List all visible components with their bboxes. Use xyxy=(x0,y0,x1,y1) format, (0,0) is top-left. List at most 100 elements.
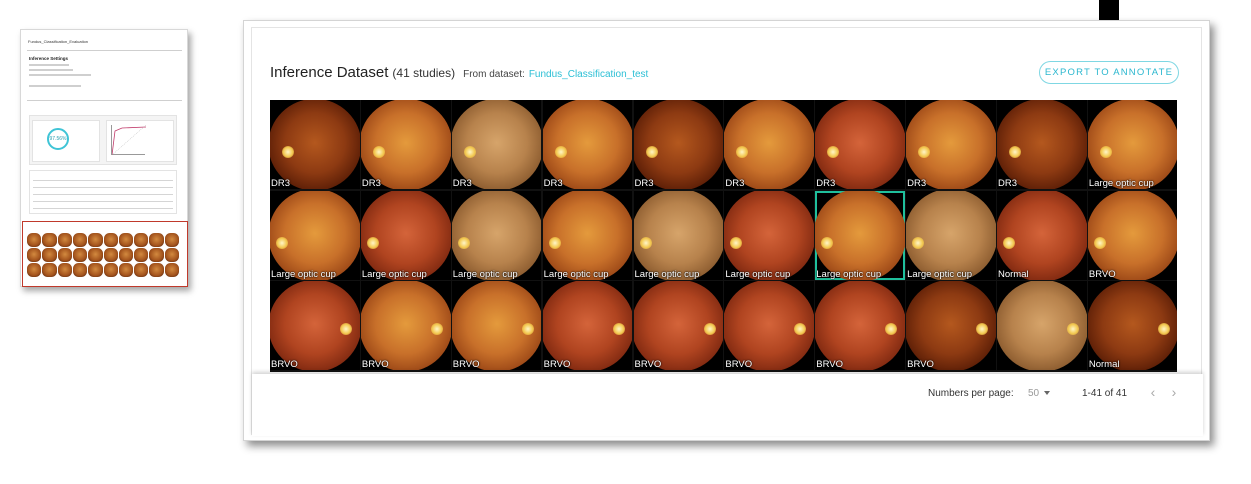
fundus-image-tile[interactable]: DR3 xyxy=(270,100,360,189)
optic-disc xyxy=(366,236,379,249)
image-label: BRVO xyxy=(725,359,753,370)
optic-disc xyxy=(730,236,743,249)
optic-disc xyxy=(548,236,561,249)
optic-disc xyxy=(554,146,567,158)
fundus-image-tile[interactable]: Large optic cup xyxy=(1087,100,1177,189)
table-row xyxy=(33,201,173,202)
optic-disc xyxy=(1093,236,1106,249)
fundus-image-tile[interactable] xyxy=(997,281,1087,370)
page-range: 1-41 of 41 xyxy=(1082,388,1128,399)
fundus-image-tile[interactable]: Large optic cup xyxy=(724,190,815,280)
table-row xyxy=(33,187,173,188)
image-label: Large optic cup xyxy=(361,268,427,280)
fundus-image-tile[interactable]: BRVO xyxy=(542,281,633,370)
image-label: DR3 xyxy=(361,178,381,189)
optic-disc xyxy=(372,146,385,158)
fundus-image-tile[interactable]: DR3 xyxy=(451,100,542,189)
fundus-image-tile[interactable]: Normal xyxy=(997,190,1087,280)
fundus-image xyxy=(724,100,815,189)
panel-content: Inference Dataset (41 studies) From data… xyxy=(251,27,1203,436)
dataset-link[interactable]: Fundus_Classification_test xyxy=(529,69,649,80)
fundus-image-tile[interactable]: BRVO xyxy=(724,281,815,370)
image-label: DR3 xyxy=(271,178,291,189)
caret-down-icon xyxy=(1044,391,1051,396)
per-page-select[interactable]: 50 xyxy=(1028,388,1051,399)
fundus-image xyxy=(997,100,1087,189)
fundus-image xyxy=(542,190,633,280)
fundus-image xyxy=(270,100,360,189)
per-page-label: Numbers per page: xyxy=(928,388,1014,399)
optic-disc xyxy=(1157,323,1170,335)
image-label: BRVO xyxy=(907,359,934,370)
table-row xyxy=(33,180,173,181)
fundus-image xyxy=(997,190,1087,280)
fundus-image-tile[interactable]: DR3 xyxy=(815,100,905,189)
image-label: BRVO xyxy=(271,359,298,370)
fundus-image-tile[interactable]: DR3 xyxy=(997,100,1087,189)
image-label: BRVO xyxy=(452,359,480,370)
optic-disc xyxy=(430,323,443,335)
from-dataset-label: From dataset: xyxy=(463,69,525,80)
fundus-image-tile[interactable]: Normal xyxy=(1087,281,1177,370)
panel-title: Inference Dataset xyxy=(270,64,389,81)
fundus-image-tile[interactable]: BRVO xyxy=(270,281,360,370)
score-value: 97.56% xyxy=(49,136,67,142)
fundus-image xyxy=(270,190,360,280)
fundus-image-tile[interactable]: Large optic cup xyxy=(906,190,996,280)
fundus-image xyxy=(1087,100,1177,189)
image-label: DR3 xyxy=(816,178,836,189)
fundus-image xyxy=(360,190,451,280)
fundus-image-tile[interactable]: BRVO xyxy=(815,281,905,370)
image-label: Large optic cup xyxy=(907,268,973,280)
panel-header: Inference Dataset (41 studies) From data… xyxy=(270,64,648,81)
pagination-footer: Numbers per page: 50 1-41 of 41 ‹ › xyxy=(252,374,1203,436)
fundus-image-tile[interactable]: Large optic cup xyxy=(270,190,360,280)
optic-disc xyxy=(703,323,716,335)
fundus-image xyxy=(815,190,905,280)
optic-disc xyxy=(1067,323,1079,335)
chevron-right-icon[interactable]: › xyxy=(1166,384,1182,402)
fundus-image-tile[interactable]: Large optic cup xyxy=(360,190,451,280)
fundus-image-tile[interactable]: DR3 xyxy=(542,100,633,189)
roc-graph xyxy=(111,125,146,155)
highlight-box xyxy=(22,221,188,287)
fundus-image-tile[interactable]: Large optic cup xyxy=(451,190,542,280)
fundus-image-tile[interactable]: BRVO xyxy=(906,281,996,370)
chevron-left-icon[interactable]: ‹ xyxy=(1145,384,1161,402)
text-placeholder xyxy=(29,69,73,71)
optic-disc xyxy=(912,236,925,249)
fundus-image-tile[interactable]: DR3 xyxy=(724,100,815,189)
fundus-image-tile[interactable]: Large optic cup xyxy=(542,190,633,280)
optic-disc xyxy=(821,236,834,249)
fundus-image xyxy=(906,190,996,280)
thumbnail-title: Fundus_Classification_Evaluation xyxy=(28,39,89,44)
divider xyxy=(27,50,182,51)
image-label: Large optic cup xyxy=(271,268,336,280)
optic-disc xyxy=(1003,236,1015,249)
optic-disc xyxy=(1099,146,1112,158)
fundus-image-tile[interactable]: Large optic cup xyxy=(815,190,905,280)
optic-disc xyxy=(340,323,352,335)
text-placeholder xyxy=(29,64,69,66)
optic-disc xyxy=(645,146,658,158)
fundus-image-tile[interactable]: BRVO xyxy=(451,281,542,370)
text-placeholder xyxy=(29,85,81,87)
export-to-annotate-button[interactable]: EXPORT TO ANNOTATE xyxy=(1039,61,1179,84)
study-count: (41 studies) xyxy=(392,66,456,80)
fundus-image-tile[interactable]: DR3 xyxy=(633,100,724,189)
divider xyxy=(27,100,182,101)
image-grid: DR3 DR3 DR3 DR3 DR3 DR3 DR3 DR3 DR3 Large optic c… xyxy=(270,100,1177,372)
fundus-image-tile[interactable]: BRVO xyxy=(360,281,451,370)
image-label: BRVO xyxy=(634,359,662,370)
image-label: DR3 xyxy=(907,178,927,189)
fundus-image-tile[interactable]: DR3 xyxy=(360,100,451,189)
fundus-image xyxy=(360,100,451,189)
fundus-image-tile[interactable]: BRVO xyxy=(633,281,724,370)
fundus-image xyxy=(815,100,905,189)
fundus-image-tile[interactable]: Large optic cup xyxy=(633,190,724,280)
optic-disc xyxy=(612,323,625,335)
per-page-value: 50 xyxy=(1028,388,1040,399)
fundus-image-tile[interactable]: BRVO xyxy=(1087,190,1177,280)
fundus-image-tile[interactable]: DR3 xyxy=(906,100,996,189)
image-label: DR3 xyxy=(543,178,563,189)
